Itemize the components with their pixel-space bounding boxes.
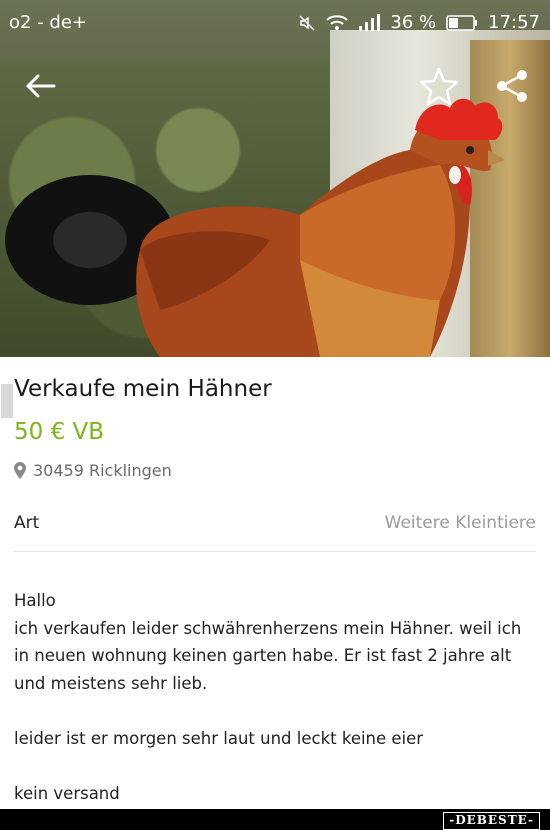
arrow-left-icon: [26, 74, 56, 98]
side-tag: [1, 384, 13, 418]
listing-title: Verkaufe mein Hähner: [14, 376, 272, 402]
attribute-label: Art: [14, 513, 40, 533]
favorite-button[interactable]: [419, 66, 459, 106]
listing-location[interactable]: 30459 Ricklingen: [14, 461, 172, 480]
star-outline-icon: [419, 67, 459, 106]
description-line: leider ist er morgen sehr laut und leckt…: [14, 728, 424, 748]
location-pin-icon: [14, 462, 26, 479]
description-line: kein versand: [14, 783, 120, 803]
description-line: ich verkaufen leider schwährenherzens me…: [14, 618, 522, 693]
back-button[interactable]: [24, 70, 60, 102]
status-bar: o2 - de+ 36 % 17:57: [0, 0, 550, 46]
attribute-value: Weitere Kleintiere: [384, 513, 536, 533]
share-button[interactable]: [494, 68, 530, 104]
listing-price: 50 € VB: [14, 419, 105, 445]
signal-icon: [358, 13, 381, 32]
listing-photo[interactable]: o2 - de+ 36 % 17:57: [0, 0, 550, 357]
share-icon: [497, 70, 527, 102]
listing-description: Hallo ich verkaufen leider schwährenherz…: [14, 587, 539, 807]
location-text: 30459 Ricklingen: [33, 461, 172, 480]
mute-icon: [298, 14, 316, 32]
battery-icon: [446, 14, 478, 31]
watermark-logo: -DEBESTE-: [443, 812, 540, 830]
screen: o2 - de+ 36 % 17:57 Verkaufe mein Hähner…: [0, 0, 550, 809]
rooster-illustration: [136, 98, 505, 357]
carrier-name: o2 - de+: [9, 12, 87, 33]
description-line: Hallo: [14, 591, 56, 610]
clock: 17:57: [488, 12, 540, 33]
wifi-icon: [326, 14, 349, 32]
status-indicators: 36 % 17:57: [298, 12, 540, 33]
app-bar: [0, 58, 550, 114]
battery-percent: 36 %: [390, 12, 437, 33]
attribute-row: Art Weitere Kleintiere: [14, 511, 536, 552]
